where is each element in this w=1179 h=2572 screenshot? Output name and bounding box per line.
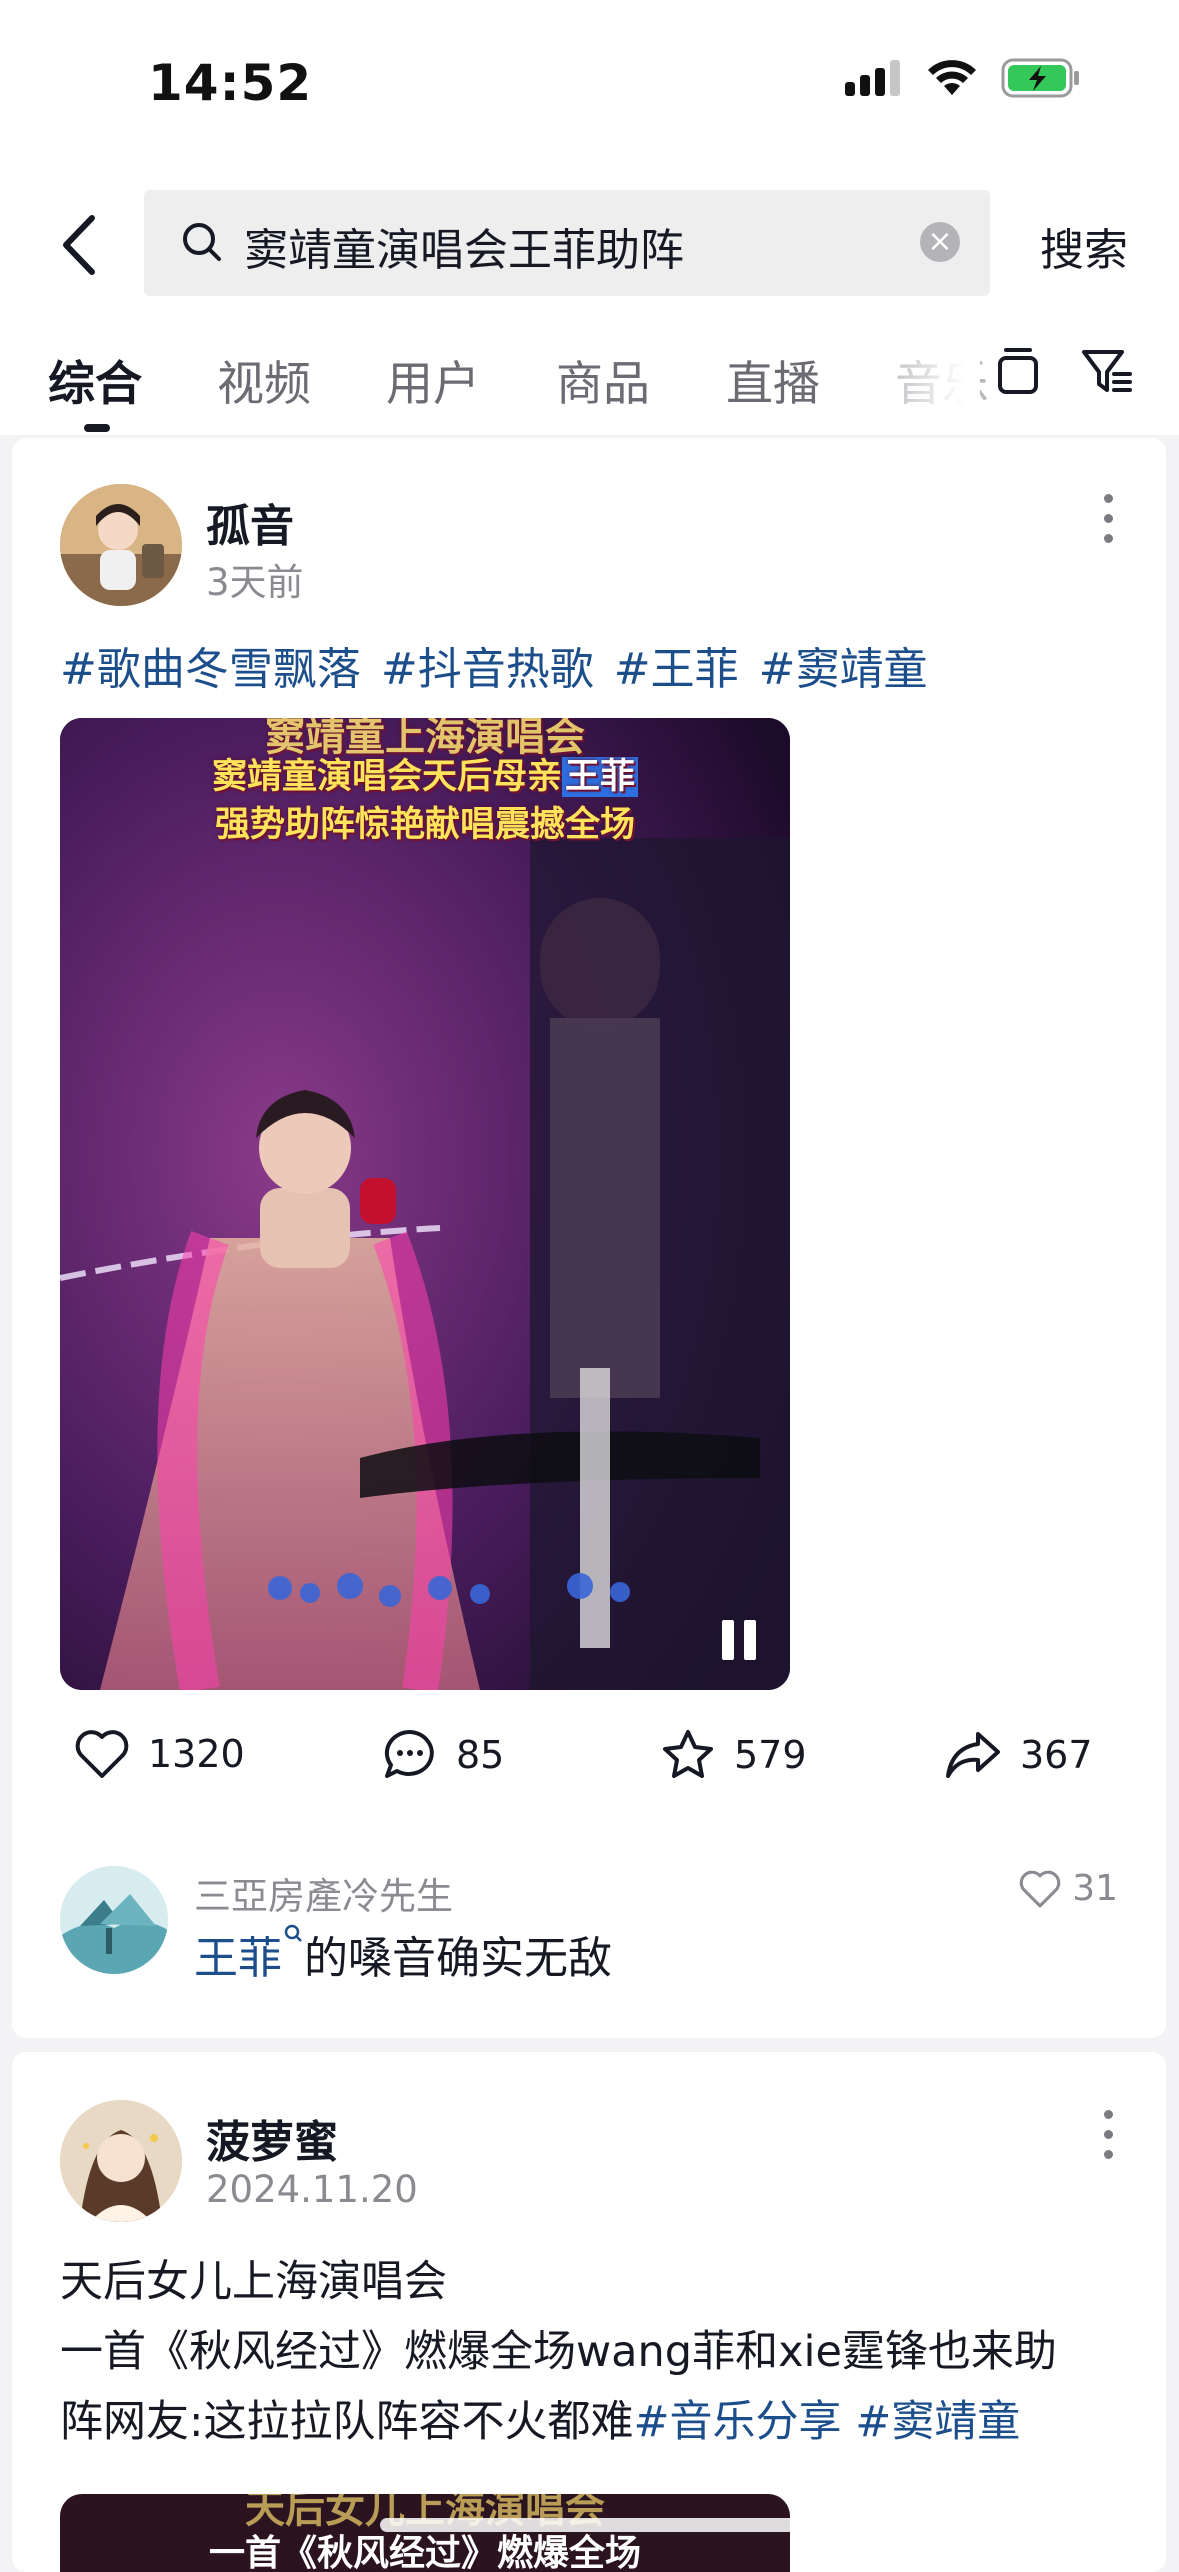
- cellular-signal-icon: [845, 60, 900, 96]
- clear-search-icon[interactable]: ×: [920, 222, 960, 262]
- commenter-name[interactable]: 三亞房產冷先生: [194, 1866, 453, 1920]
- author-name[interactable]: 孤音: [206, 490, 294, 554]
- favorite-button[interactable]: 579: [660, 1728, 807, 1782]
- heart-outline-icon: [1019, 1870, 1061, 1907]
- post-text-line: 阵网友:这拉拉队阵容不火都难#音乐分享 #窦靖童: [60, 2387, 1130, 2457]
- search-bar: 窦靖童演唱会王菲助阵 × 搜索: [0, 180, 1179, 310]
- filter-icon[interactable]: [1080, 344, 1134, 398]
- video-thumbnail[interactable]: 天后女儿上海演唱会 一首《秋风经过》燃爆全场: [60, 2494, 790, 2572]
- comment-like-count: 31: [1072, 1868, 1118, 1909]
- share-icon: [946, 1732, 1000, 1778]
- like-button[interactable]: 1320: [74, 1728, 245, 1780]
- tab-live[interactable]: 直播: [726, 345, 820, 414]
- search-input[interactable]: 窦靖童演唱会王菲助阵 ×: [144, 190, 990, 296]
- post-actions: 1320 85 579 367: [12, 1728, 1166, 1808]
- share-button[interactable]: 367: [944, 1728, 1093, 1782]
- home-indicator[interactable]: [380, 2518, 800, 2532]
- tab-video[interactable]: 视频: [217, 345, 311, 414]
- top-comment[interactable]: 三亞房產冷先生 王菲 的嗓音确实无敌 31: [12, 1866, 1166, 1986]
- tab-fade: [880, 310, 980, 435]
- back-arrow-icon[interactable]: [56, 210, 106, 280]
- video-caption-line1: 窦靖童演唱会天后母亲王菲: [60, 748, 790, 799]
- comment-like-button[interactable]: 31: [1018, 1868, 1118, 1909]
- result-tabs: 综合 视频 用户 商品 直播 音乐: [0, 310, 1179, 435]
- like-count: 1320: [148, 1732, 245, 1776]
- hashtag-link[interactable]: #抖音热歌: [381, 644, 594, 695]
- more-options-icon[interactable]: [1104, 494, 1114, 554]
- video-frame: [60, 718, 790, 1690]
- active-tab-indicator: [84, 424, 110, 432]
- hashtag-link[interactable]: #音乐分享: [634, 2397, 842, 2447]
- avatar[interactable]: [60, 484, 182, 606]
- tab-products[interactable]: 商品: [556, 345, 650, 414]
- post-card[interactable]: 菠萝蜜 2024.11.20 天后女儿上海演唱会 一首《秋风经过》燃爆全场wan…: [12, 2052, 1166, 2572]
- more-options-icon[interactable]: [1104, 2110, 1114, 2170]
- avatar-image: [60, 484, 182, 606]
- star-icon: [663, 1730, 713, 1778]
- avatar-image: [60, 2100, 182, 2222]
- caption-highlight: 王菲: [562, 757, 639, 797]
- post-text-line: 天后女儿上海演唱会: [60, 2257, 447, 2307]
- hashtag-link[interactable]: #歌曲冬雪飘落: [60, 644, 361, 695]
- post-text-segment: 阵网友:这拉拉队阵容不火都难: [60, 2397, 634, 2447]
- hashtag-list: #歌曲冬雪飘落 #抖音热歌 #王菲 #窦靖童: [60, 633, 948, 697]
- search-icon: [183, 223, 221, 261]
- hashtag-link[interactable]: #王菲: [614, 644, 739, 695]
- tab-comprehensive[interactable]: 综合: [48, 345, 142, 414]
- comment-text-rest: 的嗓音确实无敌: [304, 1933, 612, 1984]
- pause-icon[interactable]: [722, 1620, 760, 1660]
- status-time: 14:52: [148, 54, 313, 112]
- avatar[interactable]: [60, 2100, 182, 2222]
- video-caption-line2: 强势助阵惊艳献唱震撼全场: [214, 805, 635, 845]
- comment-count: 85: [456, 1733, 505, 1777]
- commenter-avatar-image: [60, 1866, 168, 1974]
- caption-text: 窦靖童演唱会天后母亲: [211, 757, 562, 797]
- layout-toggle-icon[interactable]: [996, 344, 1040, 398]
- comment-button[interactable]: 85: [382, 1728, 504, 1782]
- share-count: 367: [1020, 1733, 1093, 1777]
- video-player[interactable]: 窦靖童上海演唱会 窦靖童演唱会天后母亲王菲 强势助阵惊艳献唱震撼全场: [60, 718, 790, 1690]
- status-bar: 14:52: [0, 0, 1179, 180]
- comment-search-link[interactable]: 王菲: [194, 1933, 282, 1984]
- search-button[interactable]: 搜索: [1040, 214, 1128, 278]
- hashtag-link[interactable]: #窦靖童: [855, 2397, 1020, 2447]
- search-small-icon: [284, 1924, 302, 1942]
- author-name[interactable]: 菠萝蜜: [206, 2106, 338, 2170]
- post-text-line: 一首《秋风经过》燃爆全场wang菲和xie霆锋也来助: [60, 2327, 1057, 2377]
- commenter-avatar[interactable]: [60, 1866, 168, 1974]
- comment-text: 王菲 的嗓音确实无敌: [194, 1922, 612, 1986]
- heart-icon: [75, 1730, 129, 1778]
- post-time: 2024.11.20: [206, 2168, 418, 2211]
- wifi-icon: [928, 60, 976, 95]
- post-description: 天后女儿上海演唱会 一首《秋风经过》燃爆全场wang菲和xie霆锋也来助 阵网友…: [60, 2247, 1130, 2457]
- post-card[interactable]: 孤音 3天前 #歌曲冬雪飘落 #抖音热歌 #王菲 #窦靖童 窦靖童上海演唱会 窦…: [12, 438, 1166, 2038]
- favorite-count: 579: [734, 1733, 807, 1777]
- comment-icon: [384, 1729, 434, 1778]
- status-icons: [845, 58, 1081, 98]
- tab-users[interactable]: 用户: [386, 345, 480, 414]
- hashtag-link[interactable]: #窦靖童: [759, 644, 928, 695]
- battery-charging-icon: [1001, 58, 1079, 98]
- search-query-text[interactable]: 窦靖童演唱会王菲助阵: [244, 214, 684, 278]
- post-time: 3天前: [206, 561, 304, 604]
